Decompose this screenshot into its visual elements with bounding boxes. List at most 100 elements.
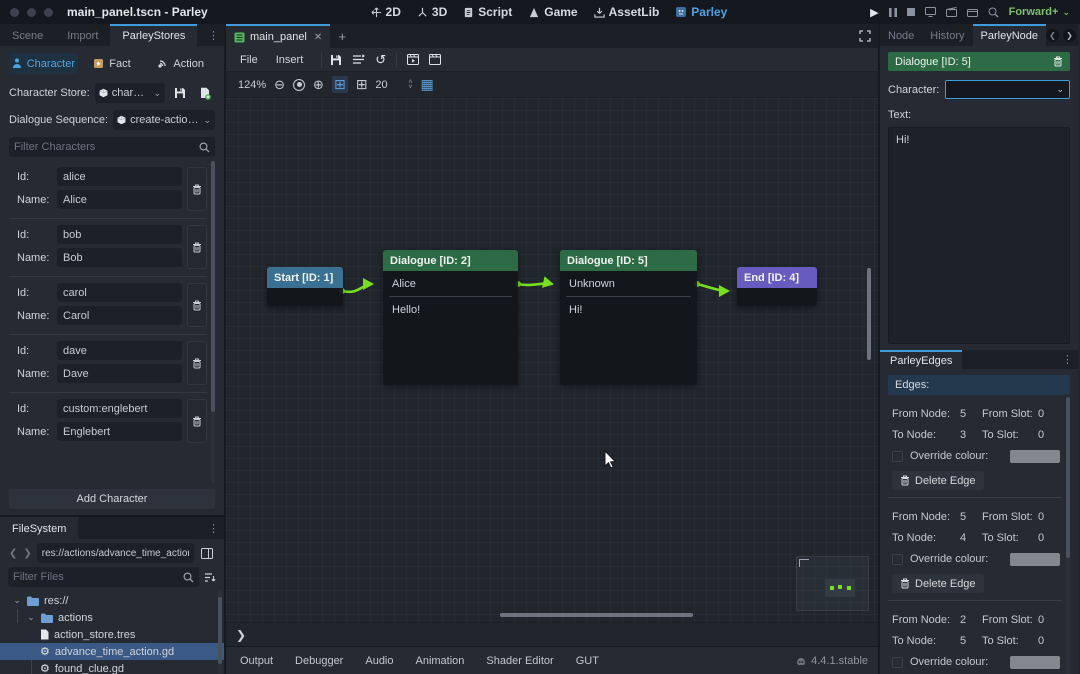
colour-swatch[interactable]	[1010, 656, 1060, 669]
dialogue-text-area[interactable]: Hi!	[888, 127, 1070, 344]
stop-button[interactable]	[907, 8, 915, 16]
minimap-toggle-button[interactable]: ▦	[421, 76, 434, 93]
graph-node-start[interactable]: Start [ID: 1]	[267, 267, 343, 306]
save-icon[interactable]	[330, 54, 342, 66]
tree-item-action-store[interactable]: action_store.tres	[0, 626, 224, 643]
filesystem-scrollbar[interactable]	[218, 590, 222, 674]
canvas-h-scrollbar[interactable]	[500, 613, 693, 617]
character-name-input[interactable]	[57, 364, 182, 383]
dialogue-sequence-dropdown[interactable]: create-action-basi ⌄	[113, 110, 215, 130]
current-path-input[interactable]	[42, 548, 189, 559]
new-tab-button[interactable]: +	[330, 24, 354, 48]
canvas-v-scrollbar[interactable]	[867, 268, 871, 360]
toggle-split-mode-button[interactable]	[198, 544, 216, 562]
scene-tab-main-panel[interactable]: main_panel ✕	[226, 24, 330, 48]
tree-item-res-root[interactable]: ⌄ res://	[0, 592, 224, 609]
character-id-input[interactable]	[57, 167, 182, 186]
arrange-nodes-icon[interactable]	[352, 54, 365, 65]
filter-characters-input[interactable]	[14, 141, 199, 153]
delete-character-button[interactable]	[187, 399, 207, 443]
snap-toggle-button[interactable]: ⊞	[332, 76, 348, 93]
distraction-free-button[interactable]	[852, 24, 878, 48]
delete-edge-button[interactable]: Delete Edge	[892, 471, 984, 490]
override-colour-checkbox[interactable]	[892, 451, 903, 462]
expand-output-icon[interactable]: ❯	[236, 628, 246, 642]
delete-character-button[interactable]	[187, 283, 207, 327]
tree-item-advance-time-action[interactable]: ⚙ advance_time_action.gd	[0, 643, 224, 660]
character-id-input[interactable]	[57, 283, 182, 302]
zoom-reset-button[interactable]	[293, 79, 305, 91]
dock-menu-icon[interactable]: ⋮	[1057, 350, 1078, 369]
window-minimize-button[interactable]	[27, 8, 36, 17]
renderer-selector[interactable]: Forward+ ⌄	[1009, 6, 1070, 18]
play-button[interactable]: ▶	[870, 6, 878, 19]
tab-filesystem[interactable]: FileSystem	[0, 517, 78, 539]
tab-scene[interactable]: Scene	[0, 24, 55, 46]
tab-parleynode[interactable]: ParleyNode	[973, 24, 1046, 46]
save-store-button[interactable]	[170, 83, 190, 103]
new-store-button[interactable]	[195, 83, 215, 103]
tree-item-actions[interactable]: ⌄ actions	[0, 609, 224, 626]
workspace-2d-button[interactable]: 2D	[371, 5, 401, 19]
bottom-tab-shader-editor[interactable]: Shader Editor	[486, 655, 553, 667]
character-id-input[interactable]	[57, 399, 182, 418]
chevron-expanded-icon[interactable]: ⌄	[12, 595, 22, 606]
graph-node-dialogue-5[interactable]: Dialogue [ID: 5] Unknown Hi!	[560, 250, 697, 385]
character-list-scrollbar[interactable]	[211, 161, 215, 483]
edges-scrollbar[interactable]	[1066, 397, 1070, 674]
tree-item-found-clue[interactable]: ⚙ found_clue.gd	[0, 660, 224, 674]
bottom-tab-output[interactable]: Output	[240, 655, 273, 667]
add-character-button[interactable]: Add Character	[9, 489, 215, 509]
dialogue-node-header[interactable]: Dialogue [ID: 2]	[383, 250, 518, 271]
colour-swatch[interactable]	[1010, 450, 1060, 463]
history-forward-icon[interactable]: ❯	[22, 548, 32, 559]
chevron-expanded-icon[interactable]: ⌄	[26, 612, 36, 623]
workspace-script-button[interactable]: Script	[463, 5, 512, 19]
override-colour-checkbox[interactable]	[892, 554, 903, 565]
run-movie-button[interactable]	[946, 7, 957, 17]
bottom-tab-debugger[interactable]: Debugger	[295, 655, 343, 667]
workspace-parley-button[interactable]: Parley	[675, 5, 727, 19]
dock-menu-icon[interactable]: ⋮	[203, 24, 224, 46]
end-node-header[interactable]: End [ID: 4]	[737, 267, 817, 288]
mode-action-button[interactable]: Action	[146, 53, 215, 74]
test-dialogue-icon[interactable]	[407, 54, 419, 65]
delete-character-button[interactable]	[187, 167, 207, 211]
mode-fact-button[interactable]: Fact	[78, 53, 147, 74]
profiler-button[interactable]	[988, 7, 999, 18]
character-name-input[interactable]	[57, 306, 182, 325]
character-id-input[interactable]	[57, 225, 182, 244]
workspace-3d-button[interactable]: 3D	[417, 5, 447, 19]
remote-debug-button[interactable]	[925, 7, 936, 17]
graph-canvas[interactable]: Start [ID: 1] Dialogue [ID: 2] Alice Hel…	[226, 98, 878, 622]
character-store-dropdown[interactable]: character_st ⌄	[95, 83, 165, 103]
workspace-game-button[interactable]: Game	[528, 5, 577, 19]
override-colour-checkbox[interactable]	[892, 657, 903, 668]
pause-button[interactable]	[889, 8, 897, 17]
window-close-button[interactable]	[10, 8, 19, 17]
insert-menu[interactable]: Insert	[268, 54, 312, 66]
dialogue-node-header[interactable]: Dialogue [ID: 5]	[560, 250, 697, 271]
spin-down-icon[interactable]: ˅	[408, 85, 412, 90]
snap-distance-input[interactable]	[375, 76, 405, 94]
tab-history[interactable]: History	[922, 24, 972, 46]
colour-swatch[interactable]	[1010, 553, 1060, 566]
movie-writer-button[interactable]	[967, 7, 978, 17]
graph-node-end[interactable]: End [ID: 4]	[737, 267, 817, 306]
history-forward-icon[interactable]: ❯	[1063, 29, 1076, 42]
dock-menu-icon[interactable]: ⋮	[203, 517, 224, 539]
tab-import[interactable]: Import	[55, 24, 110, 46]
sort-options-icon[interactable]	[204, 572, 216, 583]
start-node-header[interactable]: Start [ID: 1]	[267, 267, 343, 288]
character-id-input[interactable]	[57, 341, 182, 360]
history-back-icon[interactable]: ❮	[8, 548, 18, 559]
character-select-dropdown[interactable]: ⌄	[945, 80, 1070, 99]
mode-character-button[interactable]: Character	[9, 53, 78, 74]
character-name-input[interactable]	[57, 190, 182, 209]
tab-parleystores[interactable]: ParleyStores	[110, 24, 197, 46]
window-controls[interactable]	[0, 8, 67, 17]
zoom-in-button[interactable]: ⊕	[313, 77, 324, 93]
window-zoom-button[interactable]	[44, 8, 53, 17]
tab-parleyedges[interactable]: ParleyEdges	[880, 350, 962, 369]
file-menu[interactable]: File	[232, 54, 266, 66]
